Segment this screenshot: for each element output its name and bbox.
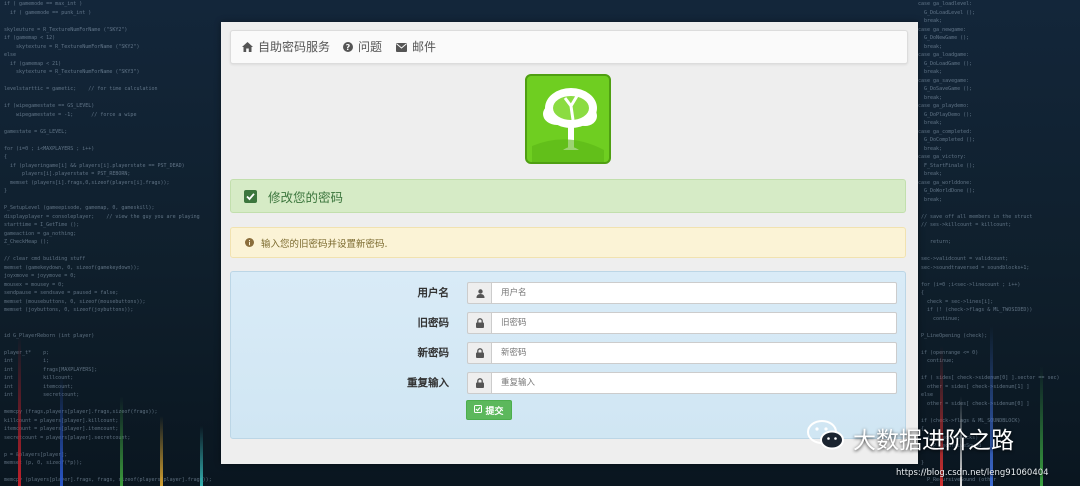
form-row-confirm-password: 重复输入 [231,372,907,394]
user-icon [467,282,492,304]
old-password-label: 旧密码 [417,317,450,329]
wechat-icon [807,419,845,457]
watermark-url: https://blog.csdn.net/leng91060404 [896,468,1049,478]
lock-icon [467,312,492,334]
main-panel: 自助密码服务 ? 问题 邮件 修改您的密码 输入您的旧密码并设置新密码. 用户名… [221,22,918,464]
watermark-title: 大数据进阶之路 [853,428,1014,454]
lock-icon [467,372,492,394]
background-streak [990,326,993,486]
background-code-decoration: if ( gamemode == max_int ) if ( gamemode… [4,1,212,486]
nav-item-label: 自助密码服务 [258,40,331,54]
home-icon [242,42,253,52]
change-password-title: 修改您的密码 [268,189,344,205]
new-password-input[interactable] [491,342,897,364]
submit-label: 提交 [485,405,504,416]
lock-icon [467,342,492,364]
tree-logo-icon [532,88,604,162]
nav-item-label: 邮件 [412,40,437,54]
old-password-input[interactable] [491,312,897,334]
username-label: 用户名 [417,287,450,299]
submit-button[interactable]: 提交 [466,400,512,420]
form-row-username: 用户名 [231,282,907,304]
check-square-icon [244,180,257,212]
instruction-text: 输入您的旧密码并设置新密码. [261,238,388,250]
new-password-label: 新密码 [417,347,450,359]
envelope-icon [396,42,407,52]
instruction-alert: 输入您的旧密码并设置新密码. [230,227,906,258]
background-streak [60,376,63,486]
password-form: 用户名 旧密码 新密码 重复输入 [230,271,906,439]
confirm-password-label: 重复输入 [407,377,449,389]
wechat-watermark: 大数据进阶之路 [807,420,1014,456]
form-row-old-password: 旧密码 [231,312,907,334]
background-streak [940,346,943,486]
nav-item-label: 问题 [358,40,383,54]
background-streak [120,396,123,486]
nav-item-questions[interactable]: ? 问题 [343,31,382,63]
background-streak [200,426,203,486]
nav-item-mail[interactable]: 邮件 [396,31,436,63]
info-circle-icon [245,228,254,257]
question-circle-icon: ? [343,42,353,52]
change-password-alert: 修改您的密码 [230,179,906,213]
confirm-password-input[interactable] [491,372,897,394]
top-navbar: 自助密码服务 ? 问题 邮件 [230,30,908,64]
check-square-icon [474,405,483,415]
username-input[interactable] [491,282,897,304]
background-streak [18,336,21,486]
svg-text:?: ? [346,43,351,52]
nav-item-self-service[interactable]: 自助密码服务 [242,31,330,63]
app-logo [525,74,611,164]
background-streak [160,416,163,486]
form-row-new-password: 新密码 [231,342,907,364]
